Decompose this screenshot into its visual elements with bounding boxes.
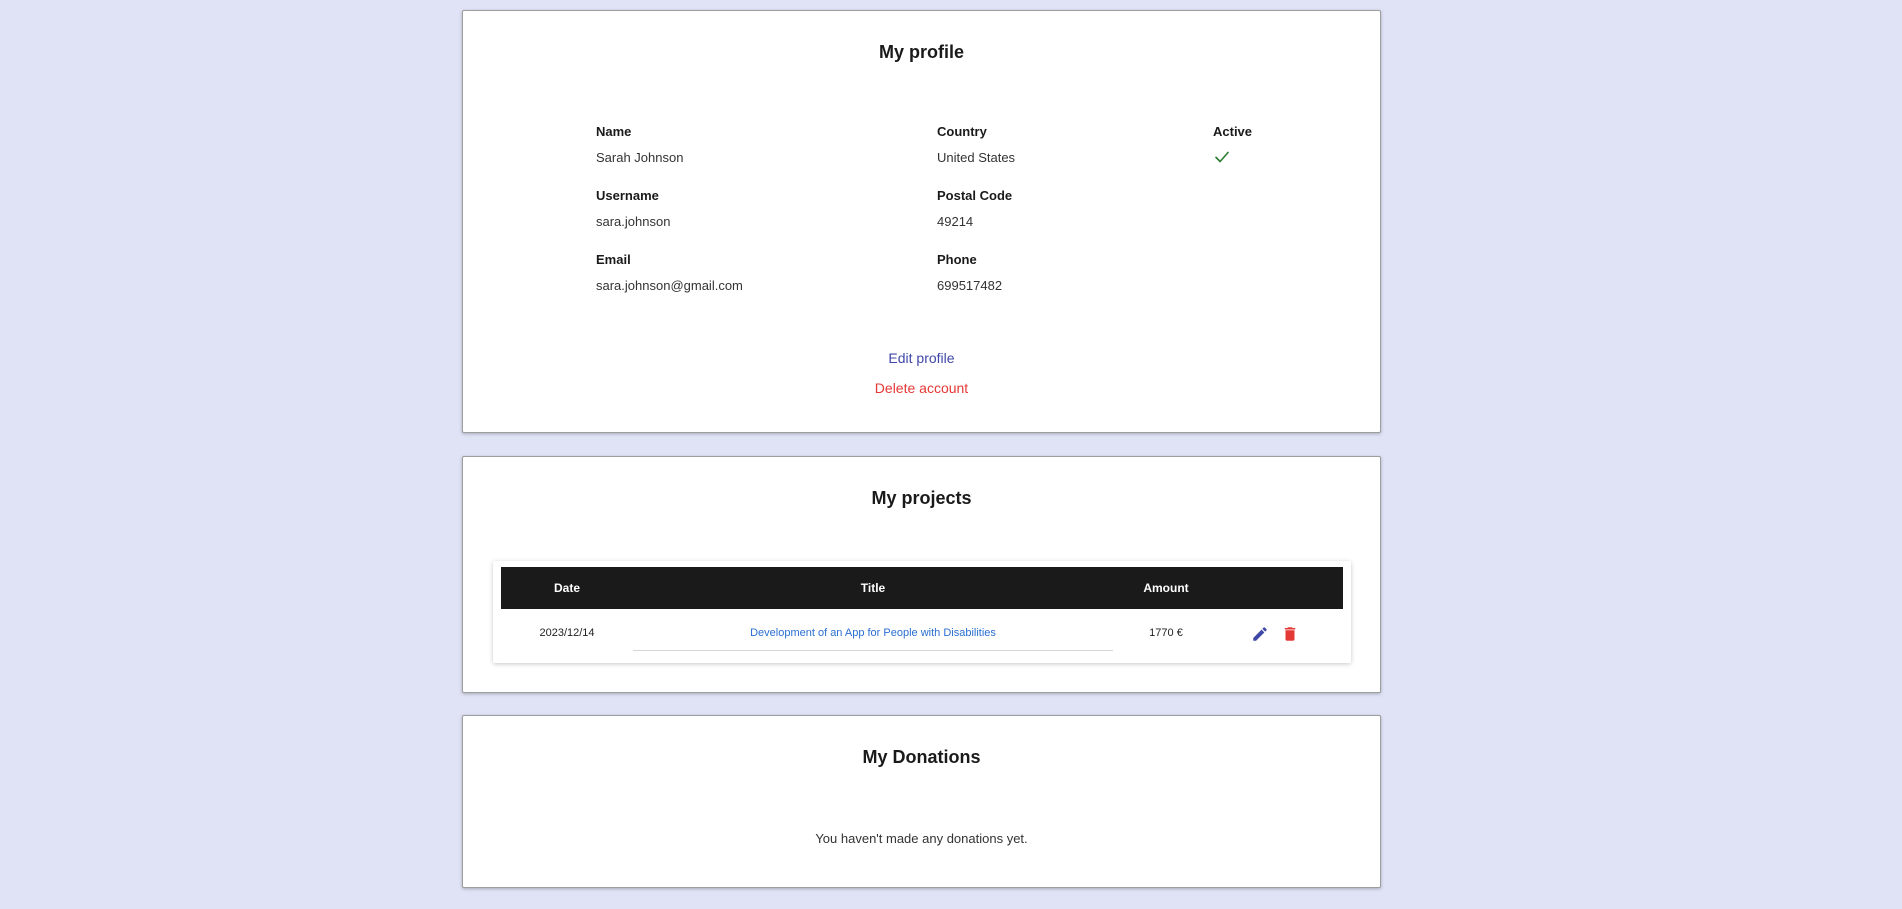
projects-title: My projects bbox=[871, 488, 972, 508]
postal-code-field: Postal Code 49214 bbox=[937, 188, 1197, 229]
edit-project-button[interactable] bbox=[1251, 625, 1269, 643]
donations-empty-message: You haven't made any donations yet. bbox=[815, 831, 1028, 846]
email-label: Email bbox=[596, 252, 631, 267]
delete-project-button[interactable] bbox=[1281, 625, 1299, 643]
name-value: Sarah Johnson bbox=[596, 150, 684, 165]
active-field: Active bbox=[1213, 124, 1333, 166]
profile-card: My profile Name Sarah Johnson Username s… bbox=[462, 10, 1381, 433]
delete-account-button[interactable]: Delete account bbox=[463, 380, 1380, 396]
column-header-title: Title bbox=[860, 581, 886, 595]
country-field: Country United States bbox=[937, 124, 1197, 165]
column-header-date: Date bbox=[553, 581, 580, 595]
postal-code-value: 49214 bbox=[937, 214, 974, 229]
table-header: Date Title Amount bbox=[501, 567, 1343, 609]
project-date: 2023/12/14 bbox=[539, 627, 595, 639]
email-value: sara.johnson@gmail.com bbox=[596, 278, 743, 293]
username-value: sara.johnson bbox=[596, 214, 671, 229]
phone-field: Phone 699517482 bbox=[937, 252, 1197, 293]
projects-table: Date Title Amount 2023/12/14 Development… bbox=[493, 561, 1351, 663]
trash-icon bbox=[1284, 627, 1296, 641]
phone-value: 699517482 bbox=[937, 278, 1003, 293]
country-value: United States bbox=[937, 150, 1016, 165]
check-icon bbox=[1215, 151, 1229, 163]
projects-card: My projects Date Title Amount 2023/12/14… bbox=[462, 456, 1381, 693]
phone-label: Phone bbox=[937, 252, 977, 267]
donations-title: My Donations bbox=[862, 747, 981, 767]
username-field: Username sara.johnson bbox=[596, 188, 856, 229]
email-field: Email sara.johnson@gmail.com bbox=[596, 252, 856, 293]
donations-card: My Donations You haven't made any donati… bbox=[462, 715, 1381, 888]
project-title-link[interactable]: Development of an App for People with Di… bbox=[633, 615, 1113, 651]
pencil-icon bbox=[1253, 627, 1267, 641]
profile-title: My profile bbox=[878, 42, 964, 62]
postal-code-label: Postal Code bbox=[937, 188, 1013, 203]
name-field: Name Sarah Johnson bbox=[596, 124, 856, 165]
edit-profile-button[interactable]: Edit profile bbox=[463, 350, 1380, 366]
username-label: Username bbox=[596, 188, 659, 203]
country-label: Country bbox=[937, 124, 987, 139]
column-header-amount: Amount bbox=[1143, 581, 1189, 595]
name-label: Name bbox=[596, 124, 632, 139]
project-amount: 1770 € bbox=[1149, 627, 1183, 639]
active-label: Active bbox=[1213, 124, 1253, 139]
